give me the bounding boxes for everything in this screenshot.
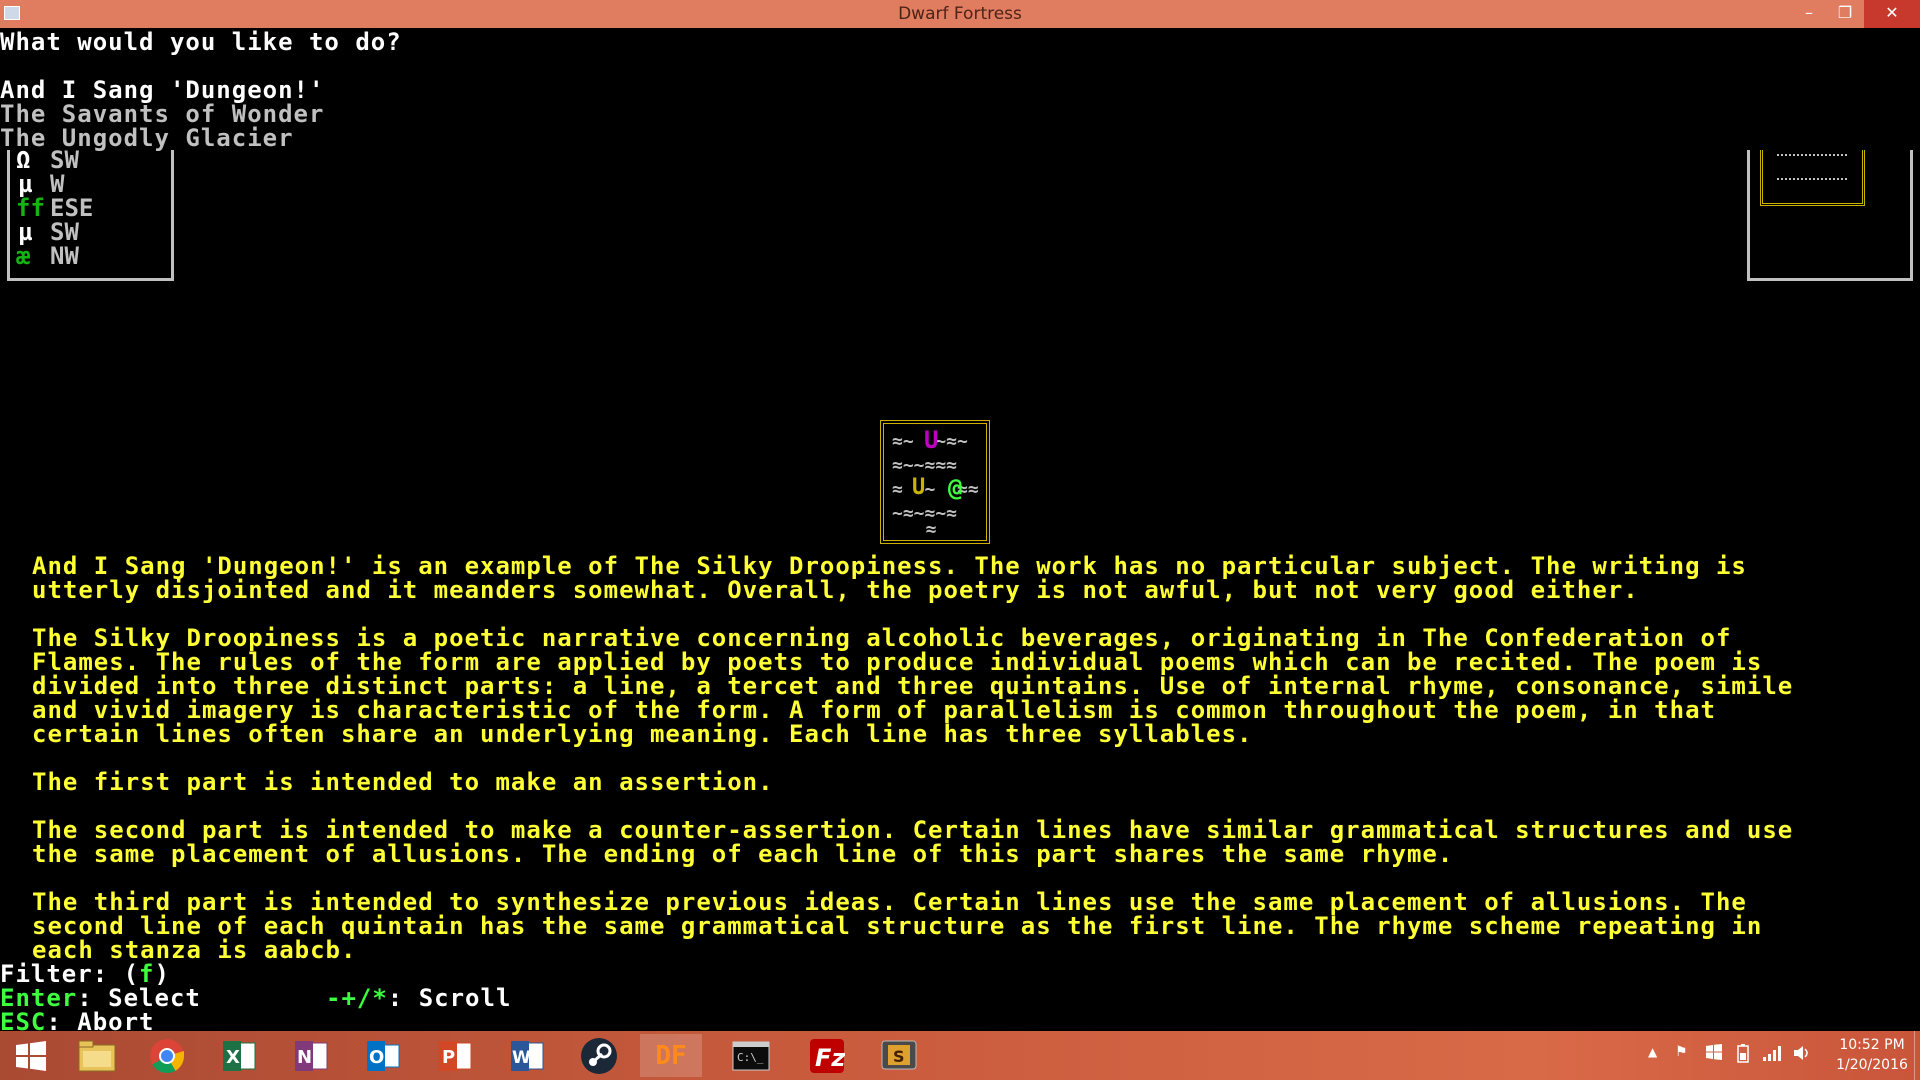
- description-line: divided into three distinct parts: a lin…: [32, 672, 1794, 700]
- scroll-hint[interactable]: -+/*: Scroll: [326, 986, 511, 1010]
- water-tiles: ≈: [904, 519, 937, 540]
- unit-direction: SW: [50, 218, 79, 246]
- description-line: and vivid imagery is characteristic of t…: [32, 696, 1716, 724]
- description-line: utterly disjointed and it meanders somew…: [32, 576, 1639, 604]
- start-button[interactable]: [0, 1034, 62, 1077]
- description-line: The first part is intended to make an as…: [32, 768, 774, 796]
- filezilla-button[interactable]: Fz: [796, 1034, 858, 1077]
- title-bar: Dwarf Fortress – ❐ ✕: [0, 0, 1920, 28]
- nearby-units-panel: Ω SW µ W ff ESE µ SW æ NW: [7, 146, 174, 281]
- maximize-button[interactable]: ❐: [1826, 0, 1864, 28]
- word-button[interactable]: W: [496, 1034, 558, 1077]
- battery-icon[interactable]: [1734, 1043, 1752, 1067]
- word-icon: W: [511, 1040, 544, 1071]
- minimap-floor: [1777, 178, 1847, 180]
- menu-prompt: What would you like to do?: [0, 28, 402, 56]
- unit-glyph: µ: [18, 218, 33, 246]
- terminal-icon: C:\_: [732, 1041, 770, 1070]
- show-hidden-icons-button[interactable]: ▲: [1648, 1045, 1657, 1059]
- unit-glyph: µ: [18, 170, 33, 198]
- show-desktop-button[interactable]: [1914, 1031, 1920, 1080]
- df-icon: DF: [655, 1040, 687, 1071]
- enter-hint[interactable]: Enter: Select: [0, 986, 201, 1010]
- minimap-floor: [1777, 154, 1847, 156]
- menu-option-selected[interactable]: And I Sang 'Dungeon!': [0, 78, 324, 102]
- onenote-icon: N: [295, 1040, 328, 1071]
- svg-text:S: S: [893, 1047, 905, 1066]
- wifi-signal-icon[interactable]: [1762, 1044, 1782, 1066]
- description-line: second line of each quintain has the sam…: [32, 912, 1763, 940]
- minimize-button[interactable]: –: [1790, 0, 1828, 28]
- scroll-action: : Scroll: [387, 984, 512, 1012]
- svg-text:O: O: [369, 1047, 384, 1068]
- volume-icon[interactable]: [1792, 1043, 1812, 1067]
- svg-text:X: X: [226, 1047, 240, 1068]
- map-room: ≈~ ~≈~ U ≈~~≈≈≈ ≈ ~ ≈≈ U @ ~≈~≈~≈ ≈: [880, 420, 990, 544]
- svg-text:N: N: [297, 1047, 312, 1068]
- unit-direction: SW: [50, 146, 79, 174]
- action-center-icon[interactable]: ⚑: [1675, 1044, 1688, 1060]
- dwarf-fortress-button[interactable]: DF: [640, 1034, 702, 1077]
- creature-glyph[interactable]: U: [912, 476, 925, 500]
- windows-tray-icon[interactable]: [1705, 1043, 1723, 1065]
- svg-text:W: W: [512, 1048, 531, 1068]
- clock-date[interactable]: 1/20/2016: [1834, 1057, 1910, 1073]
- close-button[interactable]: ✕: [1864, 0, 1920, 28]
- dwarf-glyph[interactable]: @: [948, 476, 962, 500]
- description-line: The third part is intended to synthesize…: [32, 888, 1747, 916]
- minimap-building: [1760, 150, 1865, 206]
- chrome-icon: [150, 1038, 184, 1073]
- description-line: each stanza is aabcb.: [32, 936, 357, 964]
- unit-direction: ESE: [50, 194, 94, 222]
- description-line: And I Sang 'Dungeon!' is an example of T…: [32, 552, 1747, 580]
- steam-icon: [581, 1037, 617, 1074]
- scroll-key: -+/*: [326, 984, 388, 1012]
- outlook-icon: O: [367, 1040, 400, 1071]
- excel-icon: X: [223, 1040, 256, 1071]
- app-s-button[interactable]: S: [868, 1034, 930, 1077]
- description-line: Flames. The rules of the form are applie…: [32, 648, 1763, 676]
- unit-glyph: ff: [16, 194, 45, 222]
- powerpoint-icon: P: [439, 1040, 472, 1071]
- unit-glyph: Ω: [16, 146, 31, 174]
- excel-button[interactable]: X: [208, 1034, 270, 1077]
- description-line: the same placement of allusions. The end…: [32, 840, 1454, 868]
- game-screen: What would you like to do? And I Sang 'D…: [0, 28, 1920, 1034]
- svg-text:C:\_: C:\_: [737, 1051, 764, 1064]
- terminal-button[interactable]: C:\_: [720, 1034, 782, 1077]
- powerpoint-button[interactable]: P: [424, 1034, 486, 1077]
- folder-icon: [78, 1040, 116, 1071]
- description-line: The second part is intended to make a co…: [32, 816, 1794, 844]
- onenote-button[interactable]: N: [280, 1034, 342, 1077]
- outlook-button[interactable]: O: [352, 1034, 414, 1077]
- unit-direction: NW: [50, 242, 79, 270]
- unit-glyph: æ: [16, 242, 31, 270]
- filter-hint[interactable]: Filter: (f): [0, 962, 170, 986]
- clock-time[interactable]: 10:52 PM: [1834, 1037, 1910, 1053]
- unit-direction: W: [50, 170, 65, 198]
- chrome-button[interactable]: [136, 1034, 198, 1077]
- description-line: certain lines often share an underlying …: [32, 720, 1253, 748]
- taskbar: X N O P W DF C:\_ Fz S ▲ ⚑ 10:52 PM 1/20…: [0, 1031, 1920, 1080]
- description-line: The Silky Droopiness is a poetic narrati…: [32, 624, 1732, 652]
- file-explorer-button[interactable]: [66, 1034, 128, 1077]
- svg-text:Fz: Fz: [815, 1044, 845, 1072]
- windows-logo-icon: [16, 1040, 46, 1071]
- app-s-icon: S: [881, 1040, 917, 1069]
- window-title: Dwarf Fortress: [898, 4, 1022, 24]
- menu-option[interactable]: The Ungodly Glacier: [0, 126, 294, 150]
- creature-glyph[interactable]: U: [924, 428, 938, 452]
- filezilla-icon: Fz: [810, 1038, 845, 1073]
- menu-option[interactable]: The Savants of Wonder: [0, 102, 324, 126]
- steam-button[interactable]: [568, 1034, 630, 1077]
- water-tiles: ≈ ~ ≈≈: [892, 479, 979, 500]
- minimap-panel: [1747, 150, 1913, 281]
- svg-text:P: P: [442, 1047, 455, 1068]
